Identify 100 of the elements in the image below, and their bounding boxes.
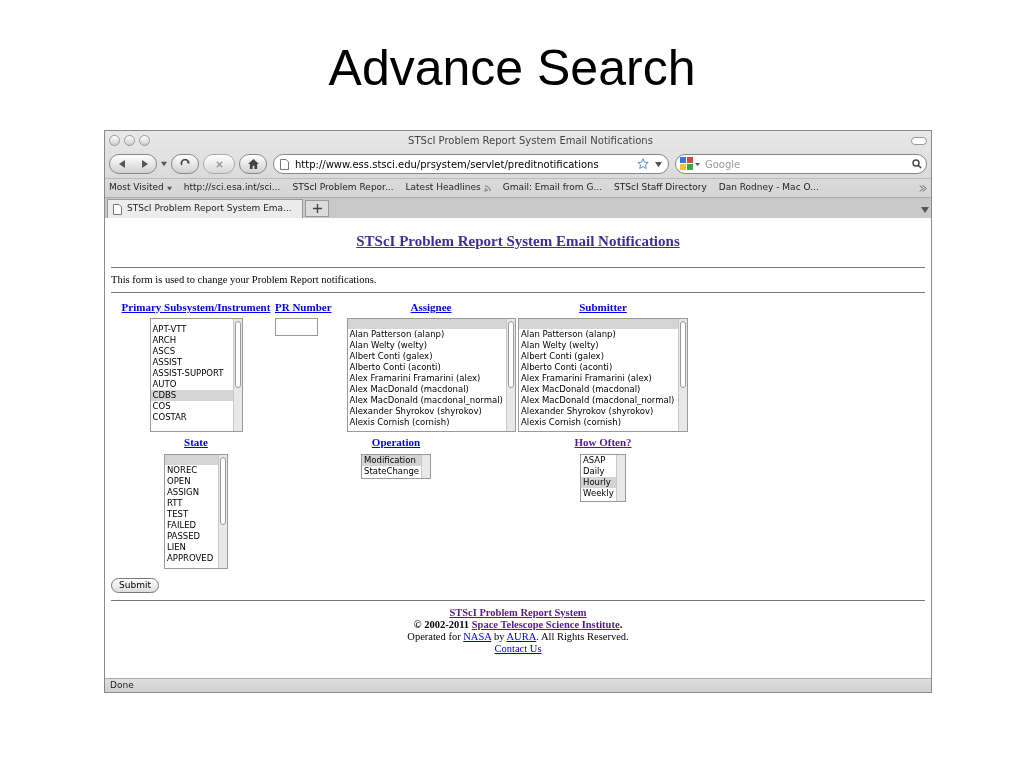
bookmark-link[interactable]: Gmail: Email from G... bbox=[502, 181, 603, 195]
list-option[interactable]: Alexis Cornish (cornish) bbox=[519, 417, 678, 429]
list-option[interactable]: RTT bbox=[165, 497, 218, 509]
list-box[interactable]: NOREC OPEN ASSIGN RTT TEST FAILED PASSED LIEN APPROVED bbox=[164, 453, 228, 569]
bookmark-link[interactable]: STScI Problem Repor... bbox=[292, 181, 394, 195]
bookmark-link[interactable]: Dan Rodney - Mac O... bbox=[718, 181, 819, 195]
list-option[interactable]: PASSED bbox=[165, 530, 218, 542]
list-option[interactable]: Alex Framarini Framarini (alex) bbox=[347, 373, 506, 385]
list-option[interactable]: Alex MacDonald (macdonal_normal) bbox=[519, 395, 678, 407]
list-option[interactable]: NOREC bbox=[165, 464, 218, 476]
window-control-icon[interactable] bbox=[124, 135, 135, 146]
list-option[interactable]: Alan Patterson (alanp) bbox=[347, 329, 506, 341]
copyright-text: © 2002-2011 Space Telescope Science Institute. bbox=[413, 618, 623, 631]
toolbar-toggle-icon[interactable] bbox=[911, 136, 927, 145]
blank-option[interactable] bbox=[165, 454, 218, 465]
list-option[interactable]: Modification bbox=[362, 454, 421, 466]
list-option[interactable]: Alex MacDonald (macdonal) bbox=[519, 384, 678, 396]
history-caret-icon[interactable] bbox=[161, 161, 167, 167]
star-icon[interactable] bbox=[637, 158, 649, 170]
scrollbar[interactable] bbox=[505, 319, 515, 432]
reload-button[interactable] bbox=[171, 154, 199, 174]
search-icon[interactable] bbox=[912, 159, 922, 169]
list-option[interactable]: Alex MacDonald (macdonal) bbox=[347, 384, 506, 396]
address-bar[interactable]: http://www.ess.stsci.edu/prsystem/servlet/preditnotifications bbox=[273, 154, 669, 174]
list-option[interactable]: OPEN bbox=[165, 475, 218, 487]
list-option[interactable]: Albert Conti (galex) bbox=[347, 351, 506, 363]
column-heading-link[interactable]: Primary Subsystem/Instrument bbox=[121, 298, 271, 316]
list-option[interactable]: ASSIST-SUPPORT bbox=[150, 368, 233, 380]
bookmark-link[interactable]: Most Visited bbox=[109, 181, 172, 195]
column-heading-link[interactable]: State bbox=[184, 434, 208, 451]
status-text: Done bbox=[110, 678, 134, 692]
institute-link[interactable]: Space Telescope Science Institute bbox=[471, 618, 620, 630]
list-option[interactable]: ASAP bbox=[581, 454, 616, 466]
scrollbar[interactable] bbox=[421, 454, 430, 478]
list-box[interactable]: ASAP Daily Hourly Weekly bbox=[580, 453, 626, 502]
list-option[interactable]: COSTAR bbox=[150, 412, 233, 424]
list-option[interactable]: APT-VTT bbox=[150, 324, 233, 336]
column-heading-link[interactable]: How Often? bbox=[574, 434, 632, 451]
scrollbar[interactable] bbox=[232, 319, 242, 432]
list-box[interactable] bbox=[518, 318, 688, 433]
column-heading-link[interactable]: Operation bbox=[371, 434, 421, 451]
back-forward-button[interactable] bbox=[109, 154, 157, 174]
list-option[interactable]: Alberto Conti (aconti) bbox=[519, 362, 678, 374]
search-engine-icon[interactable] bbox=[680, 157, 702, 171]
list-option[interactable]: FAILED bbox=[165, 519, 218, 531]
window-control-icon[interactable] bbox=[109, 135, 120, 146]
list-option[interactable]: Alan Patterson (alanp) bbox=[519, 329, 678, 341]
chevron-icon[interactable] bbox=[919, 184, 927, 192]
page-icon bbox=[280, 158, 289, 170]
dropdown-caret-icon[interactable] bbox=[655, 160, 662, 168]
list-box[interactable] bbox=[346, 318, 516, 433]
feed-icon bbox=[483, 184, 491, 192]
list-option[interactable]: COS bbox=[150, 401, 233, 413]
list-box[interactable]: APT-VTT ARCH ASCS ASSIST ASSIST-SUPPORT AUTO CDBS COS COSTAR bbox=[149, 318, 243, 433]
list-option[interactable]: APPROVED bbox=[165, 552, 218, 564]
list-option[interactable]: ASSIGN bbox=[165, 486, 218, 498]
nasa-link[interactable]: NASA bbox=[463, 630, 492, 642]
list-option[interactable]: ARCH bbox=[150, 335, 233, 347]
page-heading-link[interactable]: STScI Problem Report System Email Notifications bbox=[356, 233, 680, 249]
browser-tab[interactable]: STScI Problem Report System Ema... bbox=[107, 199, 303, 218]
close-icon bbox=[214, 159, 224, 169]
column-heading-link[interactable]: Assignee bbox=[410, 298, 452, 316]
list-option[interactable]: Alexander Shyrokov (shyrokov) bbox=[519, 406, 678, 418]
list-option[interactable]: ASSIST bbox=[150, 357, 233, 369]
list-option[interactable]: Alex Framarini Framarini (alex) bbox=[519, 373, 678, 385]
bookmark-link[interactable]: Latest Headlines bbox=[405, 181, 491, 195]
list-option[interactable]: Alan Welty (welty) bbox=[519, 340, 678, 352]
list-option[interactable]: Albert Conti (galex) bbox=[519, 351, 678, 363]
contact-link[interactable]: Contact Us bbox=[494, 642, 542, 655]
list-option[interactable]: Alan Welty (welty) bbox=[347, 340, 506, 352]
list-option[interactable]: CDBS bbox=[150, 390, 233, 402]
column-heading-link[interactable]: PR Number bbox=[275, 298, 332, 316]
list-option[interactable]: Alberto Conti (aconti) bbox=[347, 362, 506, 374]
list-option[interactable]: AUTO bbox=[150, 379, 233, 391]
tab-list-icon[interactable] bbox=[921, 206, 929, 214]
window-control-icon[interactable] bbox=[139, 135, 150, 146]
bookmark-link[interactable]: STScI Staff Directory bbox=[614, 181, 707, 195]
scrollbar[interactable] bbox=[218, 454, 227, 568]
search-input[interactable]: Google bbox=[705, 156, 909, 172]
list-option[interactable]: Hourly bbox=[581, 476, 616, 488]
column-heading-link[interactable]: Submitter bbox=[579, 298, 627, 316]
submit-button[interactable]: Submit bbox=[111, 577, 159, 593]
list-box[interactable]: Modification StateChange bbox=[361, 453, 431, 479]
list-option[interactable]: Weekly bbox=[581, 487, 616, 499]
search-field[interactable]: Google bbox=[675, 154, 927, 174]
list-option[interactable]: Alexis Cornish (cornish) bbox=[347, 417, 506, 429]
list-option[interactable]: ASCS bbox=[150, 346, 233, 358]
system-link[interactable]: STScI Problem Report System bbox=[449, 606, 587, 619]
list-option[interactable]: LIEN bbox=[165, 541, 218, 553]
new-tab-button[interactable] bbox=[305, 200, 329, 217]
home-button[interactable] bbox=[239, 154, 267, 174]
scrollbar[interactable] bbox=[678, 319, 687, 432]
bookmark-link[interactable]: http://sci.esa.int/sci... bbox=[183, 181, 281, 195]
scrollbar[interactable] bbox=[616, 454, 625, 501]
list-option[interactable]: Daily bbox=[581, 465, 616, 477]
pr-number-field[interactable] bbox=[275, 318, 318, 337]
list-option[interactable]: Alexander Shyrokov (shyrokov) bbox=[347, 406, 506, 418]
list-option[interactable]: TEST bbox=[165, 508, 218, 520]
list-option[interactable]: Alex MacDonald (macdonal_normal) bbox=[347, 395, 506, 407]
list-option[interactable]: StateChange bbox=[362, 465, 421, 477]
